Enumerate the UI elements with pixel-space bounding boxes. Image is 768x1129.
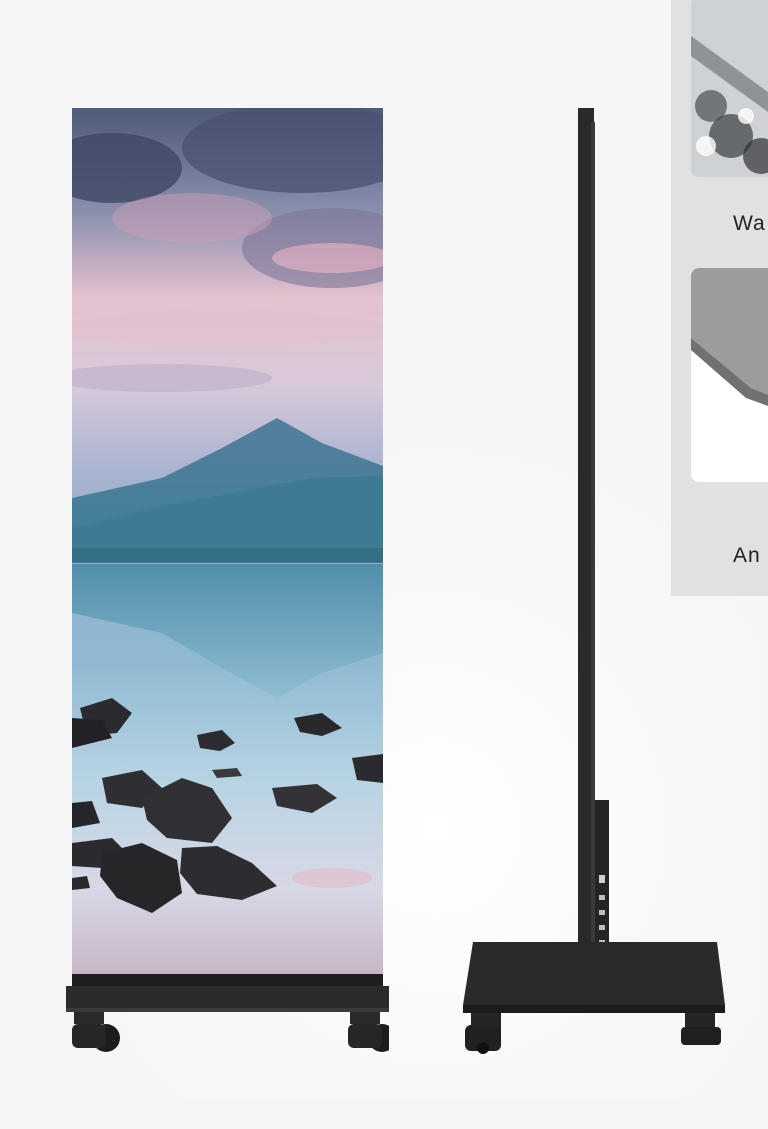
detail-thumbnail-waterproof bbox=[691, 0, 768, 177]
caster-wheel-icon bbox=[465, 1013, 501, 1054]
front-display-base bbox=[66, 974, 389, 1052]
detail-thumbnail-anti bbox=[691, 268, 768, 482]
landscape-picture bbox=[72, 108, 383, 974]
caster-wheel-icon bbox=[348, 1012, 389, 1052]
control-box bbox=[595, 800, 609, 965]
product-image: Wa An bbox=[0, 0, 768, 1129]
leveling-foot-icon bbox=[681, 1013, 721, 1045]
detail-label-anti: An bbox=[733, 544, 761, 567]
detail-label-waterproof: Wa bbox=[733, 212, 766, 235]
power-port-icon bbox=[599, 875, 605, 883]
front-display-screen bbox=[72, 108, 383, 974]
detail-panel: Wa An bbox=[671, 0, 768, 596]
caster-wheel-icon bbox=[72, 1012, 120, 1052]
